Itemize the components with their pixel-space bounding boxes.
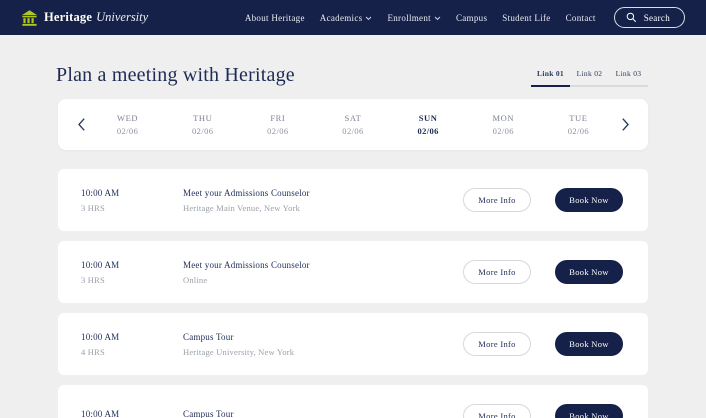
- link-tabs: Link 01 Link 02 Link 03: [531, 69, 648, 87]
- chevron-down-icon: [365, 16, 372, 21]
- meeting-info-column: Campus Tour: [183, 409, 463, 418]
- meeting-actions: More Info Book Now: [463, 332, 623, 356]
- meeting-location: Online: [183, 275, 463, 285]
- more-info-button[interactable]: More Info: [463, 404, 531, 418]
- more-info-button[interactable]: More Info: [463, 332, 531, 356]
- day-date: 02/06: [315, 125, 390, 137]
- page-header: Plan a meeting with Heritage Link 01 Lin…: [58, 64, 648, 87]
- day-list: WED 02/06 THU 02/06 FRI 02/06 SAT 02/06 …: [90, 112, 616, 137]
- meeting-time: 10:00 AM: [81, 260, 183, 270]
- meeting-location: Heritage Main Venue, New York: [183, 203, 463, 213]
- meeting-time-column: 10:00 AM 3 HRS: [81, 260, 183, 285]
- main-content: Plan a meeting with Heritage Link 01 Lin…: [58, 64, 648, 418]
- university-building-icon: [21, 10, 38, 26]
- meeting-title: Campus Tour: [183, 332, 463, 342]
- previous-day-button[interactable]: [72, 113, 90, 137]
- meeting-time-column: 10:00 AM 4 HRS: [81, 332, 183, 357]
- meeting-time: 10:00 AM: [81, 188, 183, 198]
- meeting-time-column: 10:00 AM: [81, 409, 183, 418]
- tab-link-01[interactable]: Link 01: [531, 69, 570, 87]
- more-info-button[interactable]: More Info: [463, 188, 531, 212]
- nav-link-label: Student Life: [502, 13, 550, 23]
- brand-name: Heritage: [44, 10, 92, 25]
- day-name: FRI: [240, 112, 315, 124]
- nav-link-student-life[interactable]: Student Life: [502, 13, 550, 23]
- nav-link-label: Academics: [320, 13, 363, 23]
- page-title: Plan a meeting with Heritage: [56, 64, 295, 87]
- meeting-actions: More Info Book Now: [463, 404, 623, 418]
- day-name: MON: [466, 112, 541, 124]
- day-cell-thu[interactable]: THU 02/06: [165, 112, 240, 137]
- day-cell-sun-selected[interactable]: SUN 02/06: [391, 112, 466, 137]
- day-cell-fri[interactable]: FRI 02/06: [240, 112, 315, 137]
- meeting-info-column: Campus Tour Heritage University, New Yor…: [183, 332, 463, 357]
- meeting-actions: More Info Book Now: [463, 260, 623, 284]
- search-button[interactable]: Search: [614, 7, 685, 28]
- meeting-duration: 3 HRS: [81, 203, 183, 213]
- chevron-down-icon: [434, 16, 441, 21]
- meeting-title: Meet your Admissions Counselor: [183, 188, 463, 198]
- nav-links: About Heritage Academics Enrollment Camp…: [245, 13, 596, 23]
- day-date: 02/06: [240, 125, 315, 137]
- nav-link-enrollment[interactable]: Enrollment: [387, 13, 441, 23]
- day-date: 02/06: [541, 125, 616, 137]
- search-label: Search: [644, 13, 670, 23]
- meeting-card: 10:00 AM Campus Tour More Info Book Now: [58, 385, 648, 418]
- day-date: 02/06: [466, 125, 541, 137]
- meeting-duration: 4 HRS: [81, 347, 183, 357]
- day-name: THU: [165, 112, 240, 124]
- meeting-time: 10:00 AM: [81, 409, 183, 418]
- book-now-button[interactable]: Book Now: [555, 332, 623, 356]
- nav-link-contact[interactable]: Contact: [566, 13, 596, 23]
- day-date: 02/06: [165, 125, 240, 137]
- nav-link-academics[interactable]: Academics: [320, 13, 373, 23]
- nav-link-label: Contact: [566, 13, 596, 23]
- day-name: WED: [90, 112, 165, 124]
- nav-link-label: Campus: [456, 13, 487, 23]
- book-now-button[interactable]: Book Now: [555, 260, 623, 284]
- meeting-info-column: Meet your Admissions Counselor Online: [183, 260, 463, 285]
- day-cell-tue[interactable]: TUE 02/06: [541, 112, 616, 137]
- meeting-card: 10:00 AM 4 HRS Campus Tour Heritage Univ…: [58, 313, 648, 375]
- day-name: SAT: [315, 112, 390, 124]
- date-carousel: WED 02/06 THU 02/06 FRI 02/06 SAT 02/06 …: [58, 99, 648, 150]
- meeting-title: Meet your Admissions Counselor: [183, 260, 463, 270]
- book-now-button[interactable]: Book Now: [555, 404, 623, 418]
- day-date: 02/06: [90, 125, 165, 137]
- day-date: 02/06: [391, 125, 466, 137]
- nav-link-about-heritage[interactable]: About Heritage: [245, 13, 305, 23]
- tab-link-03[interactable]: Link 03: [609, 69, 648, 85]
- nav-link-campus[interactable]: Campus: [456, 13, 487, 23]
- nav-link-label: Enrollment: [387, 13, 431, 23]
- brand-suffix: University: [96, 10, 148, 25]
- nav-link-label: About Heritage: [245, 13, 305, 23]
- day-name: TUE: [541, 112, 616, 124]
- tab-link-02[interactable]: Link 02: [570, 69, 609, 85]
- day-name: SUN: [391, 112, 466, 124]
- chevron-left-icon: [77, 117, 86, 132]
- day-cell-sat[interactable]: SAT 02/06: [315, 112, 390, 137]
- more-info-button[interactable]: More Info: [463, 260, 531, 284]
- brand-logo[interactable]: Heritage University: [21, 10, 148, 26]
- day-cell-mon[interactable]: MON 02/06: [466, 112, 541, 137]
- day-cell-wed[interactable]: WED 02/06: [90, 112, 165, 137]
- book-now-button[interactable]: Book Now: [555, 188, 623, 212]
- meeting-info-column: Meet your Admissions Counselor Heritage …: [183, 188, 463, 213]
- search-icon: [626, 12, 637, 23]
- meeting-list: 10:00 AM 3 HRS Meet your Admissions Coun…: [58, 169, 648, 418]
- chevron-right-icon: [621, 117, 630, 132]
- meeting-time: 10:00 AM: [81, 332, 183, 342]
- meeting-card: 10:00 AM 3 HRS Meet your Admissions Coun…: [58, 169, 648, 231]
- next-day-button[interactable]: [616, 113, 634, 137]
- meeting-duration: 3 HRS: [81, 275, 183, 285]
- meeting-actions: More Info Book Now: [463, 188, 623, 212]
- meeting-card: 10:00 AM 3 HRS Meet your Admissions Coun…: [58, 241, 648, 303]
- meeting-location: Heritage University, New York: [183, 347, 463, 357]
- top-navbar: Heritage University About Heritage Acade…: [0, 0, 706, 35]
- meeting-time-column: 10:00 AM 3 HRS: [81, 188, 183, 213]
- meeting-title: Campus Tour: [183, 409, 463, 418]
